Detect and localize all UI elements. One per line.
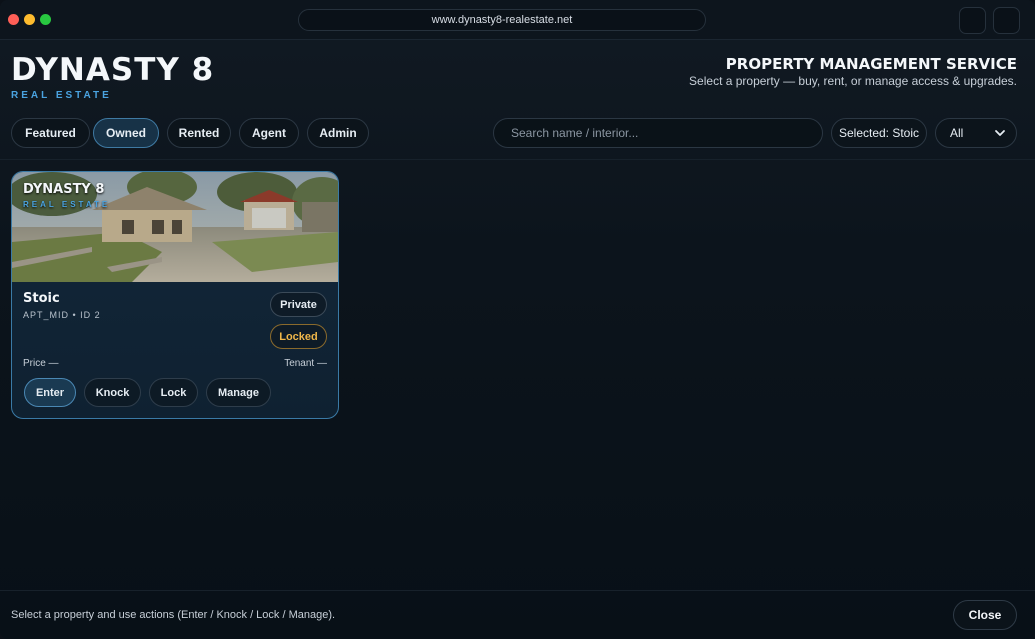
image-brand: DYNASTY 8: [23, 182, 105, 197]
chevron-down-icon: [995, 130, 1005, 136]
tab-admin[interactable]: Admin: [307, 118, 369, 148]
tab-featured[interactable]: Featured: [11, 118, 90, 148]
image-brand-subtitle: REAL ESTATE: [23, 200, 111, 209]
property-card[interactable]: DYNASTY 8 REAL ESTATE Stoic APT_MID • ID…: [11, 171, 339, 419]
filter-select-value: All: [950, 126, 964, 140]
close-window-button[interactable]: [8, 14, 19, 25]
property-meta: APT_MID • ID 2: [23, 310, 101, 320]
tab-owned[interactable]: Owned: [93, 118, 159, 148]
toolbar-button-1[interactable]: [959, 7, 986, 34]
search-input[interactable]: [493, 118, 823, 148]
tab-agent[interactable]: Agent: [239, 118, 299, 148]
selected-property-indicator: Selected: Stoic: [831, 118, 927, 148]
app-window: www.dynasty8-realestate.net DYNASTY 8 RE…: [0, 0, 1035, 639]
lock-button[interactable]: Lock: [149, 378, 198, 407]
lock-status-badge: Locked: [270, 324, 327, 349]
property-name: Stoic: [23, 291, 60, 306]
toolbar-divider: [0, 159, 1035, 160]
service-subtitle: Select a property — buy, rent, or manage…: [689, 74, 1017, 88]
footer-divider: [0, 590, 1035, 591]
maximize-window-button[interactable]: [40, 14, 51, 25]
service-title: PROPERTY MANAGEMENT SERVICE: [725, 55, 1017, 73]
minimize-window-button[interactable]: [24, 14, 35, 25]
visibility-badge: Private: [270, 292, 327, 317]
titlebar: www.dynasty8-realestate.net: [0, 0, 1035, 40]
knock-button[interactable]: Knock: [84, 378, 141, 407]
brand-subtitle: REAL ESTATE: [11, 90, 112, 101]
toolbar-button-2[interactable]: [993, 7, 1020, 34]
footer-hint: Select a property and use actions (Enter…: [11, 609, 336, 621]
close-button[interactable]: Close: [953, 600, 1017, 630]
tenant-label: Tenant —: [284, 358, 327, 369]
manage-button[interactable]: Manage: [206, 378, 271, 407]
enter-button[interactable]: Enter: [24, 378, 76, 407]
brand-title: DYNASTY 8: [11, 52, 215, 88]
filter-select[interactable]: All: [935, 118, 1017, 148]
price-label: Price —: [23, 358, 59, 369]
url-bar[interactable]: www.dynasty8-realestate.net: [298, 9, 706, 31]
tab-rented[interactable]: Rented: [167, 118, 231, 148]
